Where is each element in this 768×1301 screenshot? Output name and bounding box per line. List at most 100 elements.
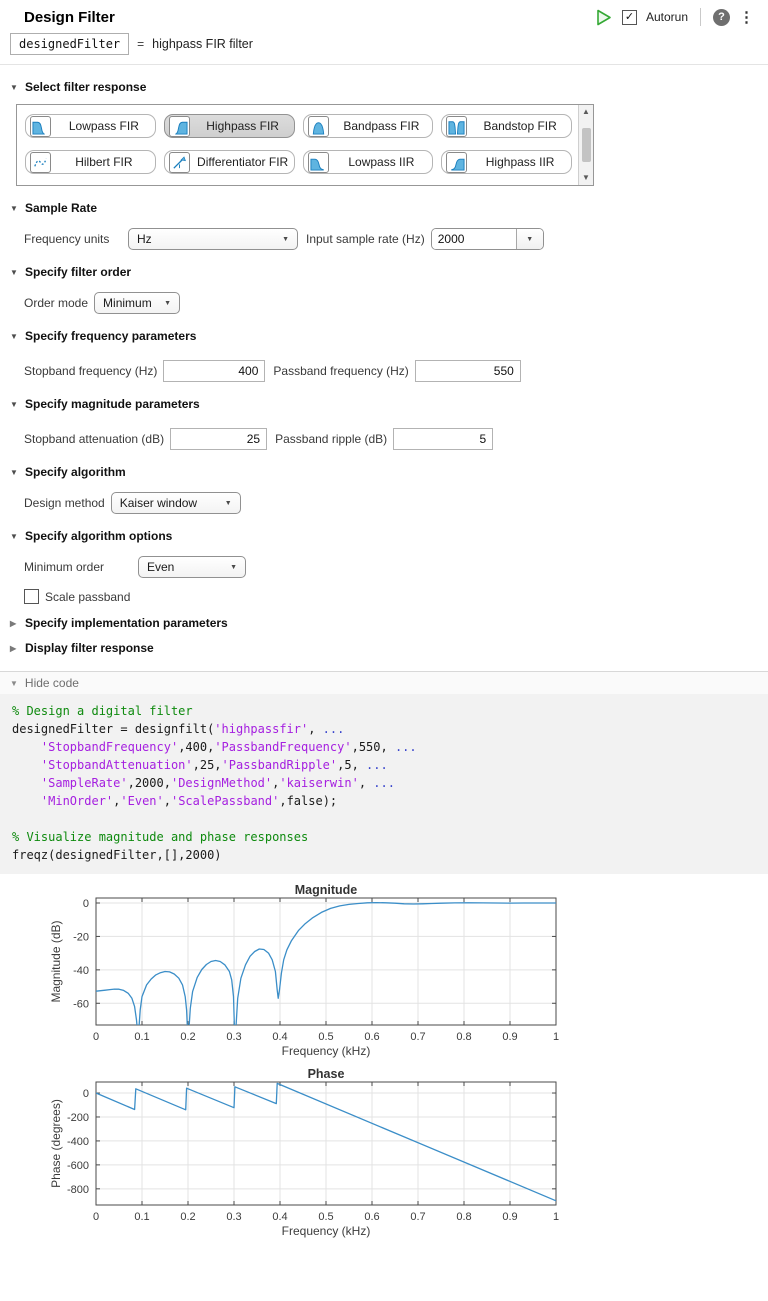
section-sample-rate[interactable]: ▼ Sample Rate	[10, 201, 768, 215]
phase-plot: Phase0-200-400-600-80000.10.20.30.40.50.…	[0, 1068, 768, 1248]
svg-text:-40: -40	[73, 965, 89, 977]
kebab-menu-icon[interactable]: ⋮	[739, 10, 754, 25]
input-sample-rate-field[interactable]	[432, 229, 516, 249]
autorun-checkbox[interactable]: ✓	[622, 10, 637, 25]
scrollbar-thumb[interactable]	[582, 128, 591, 162]
passband-ripple-field[interactable]	[393, 428, 493, 450]
section-title: Select filter response	[25, 80, 146, 94]
scale-passband-checkbox-row[interactable]: Scale passband	[24, 589, 768, 604]
bandstop-fir-icon	[446, 116, 467, 137]
play-icon	[596, 9, 612, 26]
svg-text:0.6: 0.6	[364, 1211, 379, 1223]
highpass-iir-icon	[446, 152, 467, 173]
scale-passband-label: Scale passband	[45, 590, 130, 604]
magnitude-plot: Magnitude0-20-40-6000.10.20.30.40.50.60.…	[0, 884, 768, 1068]
stopband-frequency-label: Stopband frequency (Hz)	[24, 364, 157, 378]
svg-text:0.9: 0.9	[502, 1031, 517, 1043]
section-title: Sample Rate	[25, 201, 97, 215]
order-mode-dropdown[interactable]: Minimum ▼	[94, 292, 180, 314]
svg-text:0.3: 0.3	[226, 1031, 241, 1043]
svg-text:0: 0	[83, 898, 89, 910]
svg-text:0.4: 0.4	[272, 1031, 287, 1043]
order-mode-label: Order mode	[24, 296, 88, 310]
svg-text:0.4: 0.4	[272, 1211, 287, 1223]
scroll-up-icon[interactable]: ▲	[582, 107, 590, 117]
svg-text:Magnitude (dB): Magnitude (dB)	[49, 920, 63, 1002]
section-algorithm[interactable]: ▼ Specify algorithm	[10, 465, 768, 479]
gallery-item-hilbert-fir[interactable]: Hilbert FIR	[25, 150, 156, 174]
input-sample-rate-combo: ▼	[431, 228, 544, 250]
svg-text:0: 0	[93, 1211, 99, 1223]
section-select-filter-response[interactable]: ▼ Select filter response	[10, 80, 768, 94]
code-block[interactable]: % Design a digital filterdesignedFilter …	[0, 694, 768, 874]
chevron-down-icon: ▼	[225, 500, 232, 507]
svg-text:-800: -800	[67, 1184, 89, 1196]
filter-response-gallery: Lowpass FIR Highpass FIR Bandpass FIR Ba…	[16, 104, 594, 186]
filter-response-plots: Magnitude0-20-40-6000.10.20.30.40.50.60.…	[0, 884, 768, 1248]
autorun-label: Autorun	[646, 10, 688, 24]
svg-text:Frequency (kHz): Frequency (kHz)	[282, 1224, 371, 1238]
chevron-down-icon: ▼	[282, 236, 289, 243]
svg-text:0.6: 0.6	[364, 1031, 379, 1043]
hilbert-fir-icon	[30, 152, 51, 173]
svg-text:0.8: 0.8	[456, 1211, 471, 1223]
section-title: Specify implementation parameters	[25, 616, 228, 630]
section-title: Specify filter order	[25, 265, 131, 279]
section-filter-order[interactable]: ▼ Specify filter order	[10, 265, 768, 279]
gallery-item-bandstop-fir[interactable]: Bandstop FIR	[441, 114, 572, 138]
gallery-item-label: Lowpass FIR	[57, 119, 151, 133]
input-sample-rate-dropdown-button[interactable]: ▼	[516, 229, 543, 249]
section-frequency-params[interactable]: ▼ Specify frequency parameters	[10, 329, 768, 343]
gallery-item-highpass-iir[interactable]: Highpass IIR	[441, 150, 572, 174]
scroll-down-icon[interactable]: ▼	[582, 173, 590, 183]
frequency-units-dropdown[interactable]: Hz ▼	[128, 228, 298, 250]
svg-text:-20: -20	[73, 931, 89, 943]
svg-text:-60: -60	[73, 998, 89, 1010]
section-display-response[interactable]: ▶ Display filter response	[10, 641, 768, 655]
differentiator-fir-icon	[169, 152, 190, 173]
gallery-item-lowpass-iir[interactable]: Lowpass IIR	[303, 150, 434, 174]
highpass-fir-icon	[169, 116, 190, 137]
section-algorithm-options[interactable]: ▼ Specify algorithm options	[10, 529, 768, 543]
minimum-order-label: Minimum order	[24, 560, 132, 574]
section-magnitude-params[interactable]: ▼ Specify magnitude parameters	[10, 397, 768, 411]
gallery-item-label: Bandpass FIR	[335, 119, 429, 133]
run-button[interactable]	[595, 8, 613, 26]
scale-passband-checkbox[interactable]	[24, 589, 39, 604]
passband-frequency-field[interactable]	[415, 360, 521, 382]
gallery-item-label: Bandstop FIR	[473, 119, 567, 133]
gallery-item-label: Hilbert FIR	[57, 155, 151, 169]
gallery-item-bandpass-fir[interactable]: Bandpass FIR	[303, 114, 434, 138]
design-method-dropdown[interactable]: Kaiser window ▼	[111, 492, 241, 514]
collapse-icon: ▼	[10, 204, 19, 213]
gallery-item-label: Lowpass IIR	[335, 155, 429, 169]
collapse-icon: ▼	[10, 679, 18, 688]
collapse-icon: ▼	[10, 400, 19, 409]
svg-text:0.1: 0.1	[134, 1031, 149, 1043]
output-variable-field[interactable]: designedFilter	[10, 33, 129, 55]
gallery-item-differentiator-fir[interactable]: Differentiator FIR	[164, 150, 295, 174]
check-icon: ✓	[625, 12, 634, 23]
help-icon[interactable]: ?	[713, 9, 730, 26]
gallery-item-highpass-fir[interactable]: Highpass FIR	[164, 114, 295, 138]
stopband-attenuation-label: Stopband attenuation (dB)	[24, 432, 164, 446]
svg-text:0.3: 0.3	[226, 1211, 241, 1223]
minimum-order-dropdown[interactable]: Even ▼	[138, 556, 246, 578]
svg-text:0.7: 0.7	[410, 1031, 425, 1043]
svg-text:-400: -400	[67, 1136, 89, 1148]
stopband-attenuation-field[interactable]	[170, 428, 267, 450]
svg-text:-600: -600	[67, 1160, 89, 1172]
collapse-icon: ▼	[10, 83, 19, 92]
gallery-item-lowpass-fir[interactable]: Lowpass FIR	[25, 114, 156, 138]
header-divider	[0, 64, 768, 65]
svg-text:1: 1	[553, 1031, 559, 1043]
stopband-frequency-field[interactable]	[163, 360, 265, 382]
svg-text:Phase (degrees): Phase (degrees)	[49, 1099, 63, 1188]
svg-text:0.7: 0.7	[410, 1211, 425, 1223]
section-implementation-params[interactable]: ▶ Specify implementation parameters	[10, 616, 768, 630]
design-method-label: Design method	[24, 496, 105, 510]
hide-code-toggle[interactable]: ▼ Hide code	[0, 671, 768, 694]
svg-text:Magnitude: Magnitude	[295, 884, 358, 897]
gallery-scrollbar[interactable]: ▲ ▼	[578, 105, 593, 185]
page-title: Design Filter	[24, 9, 115, 26]
